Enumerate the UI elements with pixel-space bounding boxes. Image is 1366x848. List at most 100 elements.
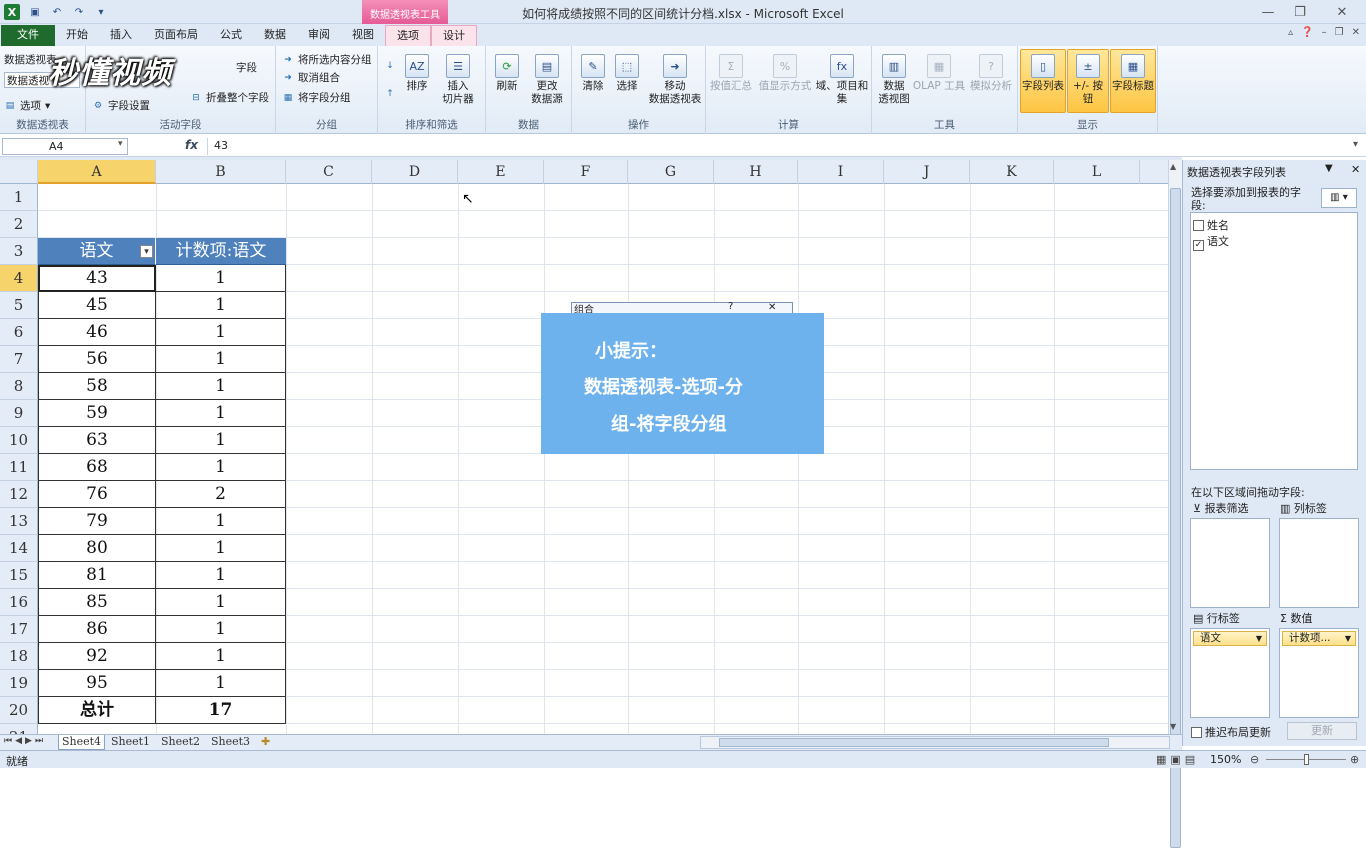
- row-header-10[interactable]: 10: [0, 427, 38, 454]
- expand-field-button[interactable]: 字段: [236, 60, 257, 75]
- row-header-20[interactable]: 20: [0, 697, 38, 724]
- summarize-by-button[interactable]: Σ 按值汇总: [708, 54, 754, 93]
- clear-button[interactable]: ✎ 清除: [578, 54, 608, 93]
- formula-input[interactable]: 43: [207, 138, 1351, 155]
- row-header-12[interactable]: 12: [0, 481, 38, 508]
- values-area[interactable]: 计数项... ▼: [1279, 628, 1359, 718]
- tab-view[interactable]: 视图: [341, 25, 385, 46]
- pivot-cell-value[interactable]: 63: [38, 427, 156, 454]
- field-item-chinese[interactable]: ✓ 语文: [1193, 233, 1229, 251]
- row-header-15[interactable]: 15: [0, 562, 38, 589]
- pane-close-icon[interactable]: ✕: [1351, 163, 1360, 176]
- plus-minus-button[interactable]: ± +/- 按钮: [1067, 49, 1109, 113]
- olap-tools-button[interactable]: ▦ OLAP 工具: [912, 54, 966, 93]
- tab-home[interactable]: 开始: [55, 25, 99, 46]
- pivot-cell-count[interactable]: 1: [156, 265, 286, 292]
- layout-options-button[interactable]: ▥ ▾: [1321, 188, 1357, 208]
- sheet-tab-sheet4[interactable]: Sheet4: [58, 735, 106, 750]
- column-header-d[interactable]: D: [372, 160, 458, 184]
- tab-formulas[interactable]: 公式: [209, 25, 253, 46]
- move-pivot-button[interactable]: ➜ 移动 数据透视表: [646, 54, 704, 106]
- pivot-cell-value[interactable]: 86: [38, 616, 156, 643]
- column-header-a[interactable]: A: [38, 160, 156, 184]
- restore-button[interactable]: ❐: [1288, 4, 1312, 20]
- sort-button[interactable]: AZ 排序: [402, 54, 432, 93]
- column-header-h[interactable]: H: [714, 160, 798, 184]
- pivot-cell-value[interactable]: 45: [38, 292, 156, 319]
- sort-desc-button[interactable]: ↑: [384, 88, 396, 100]
- sheet-tab-sheet2[interactable]: Sheet2: [158, 735, 203, 750]
- pivot-cell-value[interactable]: 92: [38, 643, 156, 670]
- row-header-3[interactable]: 3: [0, 238, 38, 265]
- tab-review[interactable]: 审阅: [297, 25, 341, 46]
- scroll-down-icon[interactable]: ▼: [1170, 722, 1176, 731]
- expand-formula-icon[interactable]: ▾: [1353, 139, 1358, 150]
- field-checkbox-checked[interactable]: ✓: [1193, 240, 1204, 251]
- row-header-4[interactable]: 4: [0, 265, 38, 292]
- row-header-11[interactable]: 11: [0, 454, 38, 481]
- pivot-cell-count[interactable]: 1: [156, 616, 286, 643]
- pivot-cell-count[interactable]: 1: [156, 400, 286, 427]
- defer-update-checkbox[interactable]: 推迟布局更新: [1191, 724, 1271, 740]
- defer-checkbox[interactable]: [1191, 727, 1202, 738]
- pivot-cell-count[interactable]: 1: [156, 427, 286, 454]
- pivot-cell-count[interactable]: 1: [156, 670, 286, 697]
- pivot-cell-count[interactable]: 1: [156, 319, 286, 346]
- dialog-help-icon[interactable]: ?: [728, 301, 733, 312]
- scroll-up-icon[interactable]: ▲: [1170, 162, 1176, 171]
- pivot-header-b[interactable]: 计数项:语文: [156, 238, 286, 265]
- row-header-1[interactable]: 1: [0, 184, 38, 211]
- pivot-cell-count[interactable]: 1: [156, 535, 286, 562]
- row-field-chip[interactable]: 语文 ▼: [1193, 631, 1267, 646]
- select-all-corner[interactable]: [0, 160, 38, 184]
- update-button[interactable]: 更新: [1287, 722, 1357, 740]
- pivot-cell-value[interactable]: 68: [38, 454, 156, 481]
- row-header-2[interactable]: 2: [0, 211, 38, 238]
- pivot-cell-value[interactable]: 81: [38, 562, 156, 589]
- pivot-cell-count[interactable]: 1: [156, 454, 286, 481]
- chip-dropdown-icon[interactable]: ▼: [1256, 632, 1262, 645]
- insert-function-icon[interactable]: fx: [185, 138, 198, 152]
- what-if-button[interactable]: ? 模拟分析: [966, 54, 1016, 93]
- pivot-total-value[interactable]: 17: [156, 697, 286, 724]
- column-header-c[interactable]: C: [286, 160, 372, 184]
- pivot-total-label[interactable]: 总计: [38, 697, 156, 724]
- field-settings-button[interactable]: ⚙ 字段设置: [92, 98, 150, 113]
- insert-slicer-button[interactable]: ☰ 插入 切片器: [436, 54, 480, 106]
- zoom-out-icon[interactable]: ⊖: [1250, 753, 1259, 766]
- column-header-j[interactable]: J: [884, 160, 970, 184]
- pivot-cell-value[interactable]: 56: [38, 346, 156, 373]
- fields-items-button[interactable]: fx 域、项目和 集: [814, 54, 870, 106]
- field-checkbox-unchecked[interactable]: [1193, 220, 1204, 231]
- minimize-button[interactable]: —: [1256, 4, 1280, 20]
- column-header-k[interactable]: K: [970, 160, 1054, 184]
- close-icon[interactable]: ✕: [1352, 27, 1360, 38]
- zoom-slider-thumb[interactable]: [1304, 754, 1309, 765]
- pivot-cell-value[interactable]: 43: [38, 265, 156, 292]
- pivot-cell-count[interactable]: 1: [156, 292, 286, 319]
- pivot-cell-count[interactable]: 1: [156, 346, 286, 373]
- vertical-scrollbar[interactable]: ▲ ▼: [1168, 160, 1182, 848]
- row-header-8[interactable]: 8: [0, 373, 38, 400]
- pivot-cell-value[interactable]: 85: [38, 589, 156, 616]
- column-header-l[interactable]: L: [1054, 160, 1140, 184]
- pivot-cell-value[interactable]: 95: [38, 670, 156, 697]
- sheet-tab-sheet1[interactable]: Sheet1: [108, 735, 153, 750]
- chip-dropdown-icon[interactable]: ▼: [1345, 632, 1351, 645]
- horizontal-scroll-thumb[interactable]: [719, 738, 1109, 747]
- sheet-tab-sheet3[interactable]: Sheet3: [208, 735, 253, 750]
- column-labels-area[interactable]: [1279, 518, 1359, 608]
- pane-menu-icon[interactable]: ▼: [1325, 163, 1333, 174]
- pivot-header-a[interactable]: 语文 ▾: [38, 238, 156, 265]
- row-header-9[interactable]: 9: [0, 400, 38, 427]
- help-icon[interactable]: ❓: [1301, 27, 1313, 38]
- ungroup-button[interactable]: ➜ 取消组合: [282, 70, 340, 85]
- row-header-7[interactable]: 7: [0, 346, 38, 373]
- pivot-cell-count[interactable]: 1: [156, 643, 286, 670]
- restore-icon[interactable]: ❐: [1335, 27, 1344, 38]
- pivot-cell-count[interactable]: 1: [156, 562, 286, 589]
- show-values-as-button[interactable]: % 值显示方式: [756, 54, 814, 93]
- sheet-nav-arrows-icon[interactable]: ⏮◀▶⏭: [4, 736, 46, 746]
- close-window-button[interactable]: ✕: [1330, 4, 1354, 20]
- horizontal-scrollbar[interactable]: [700, 736, 1170, 749]
